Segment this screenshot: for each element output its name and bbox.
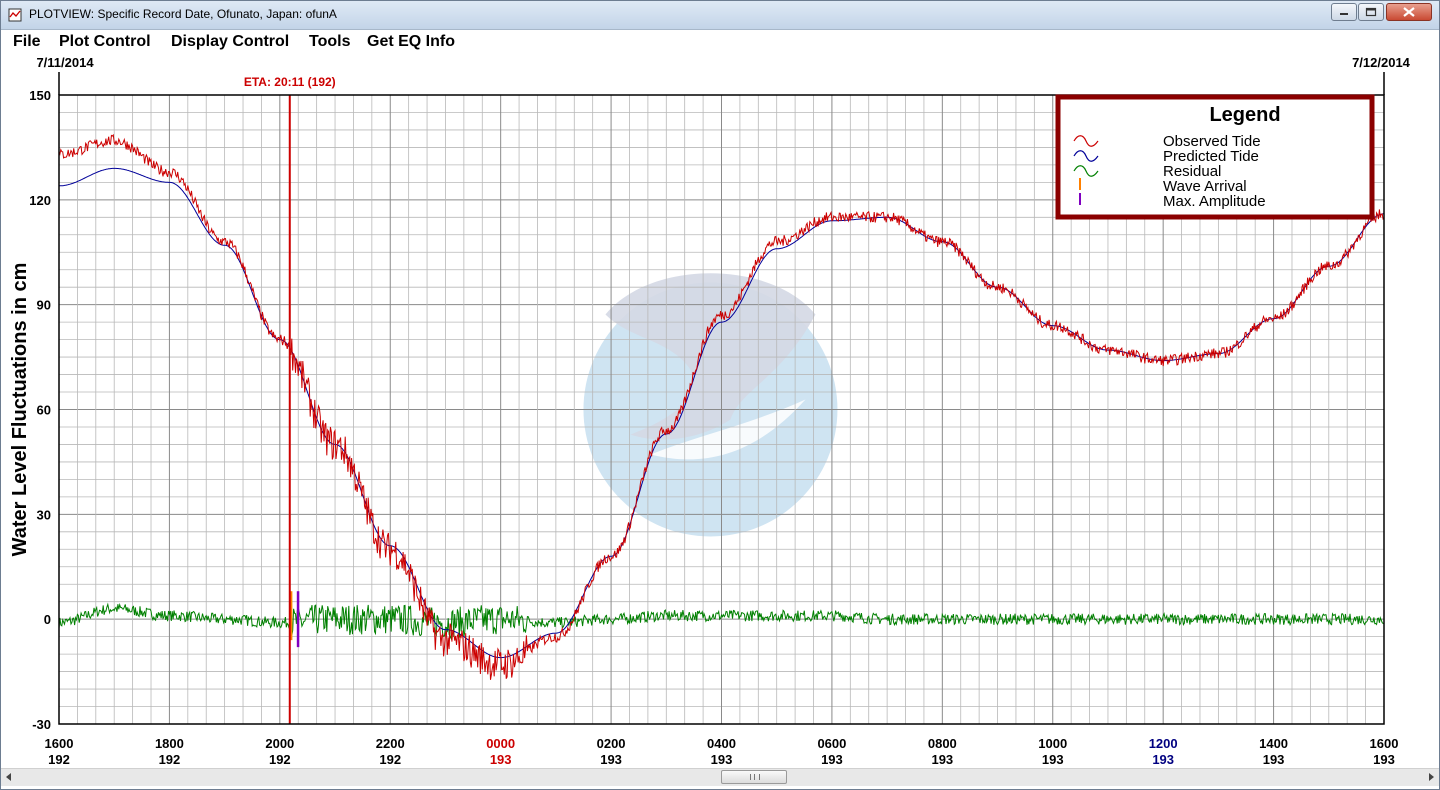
x-tick-time-label: 1000: [1038, 736, 1067, 751]
start-date-label: 7/11/2014: [36, 55, 94, 70]
minimize-button[interactable]: [1331, 3, 1357, 21]
close-button[interactable]: [1386, 3, 1432, 21]
x-tick-day-label: 193: [1373, 752, 1395, 767]
y-tick-label: -30: [32, 717, 51, 732]
x-tick-time-label: 0400: [707, 736, 736, 751]
x-tick-day-label: 193: [821, 752, 843, 767]
menu-file[interactable]: File: [13, 33, 41, 51]
y-tick-label: 0: [44, 612, 51, 627]
x-tick-day-label: 192: [379, 752, 401, 767]
y-tick-label: 90: [37, 298, 51, 313]
menu-tools[interactable]: Tools: [309, 33, 350, 51]
x-tick-day-label: 193: [490, 752, 512, 767]
maximize-icon: [1365, 7, 1377, 17]
eta-label: ETA: 20:11 (192): [244, 75, 336, 89]
x-tick-time-label: 1400: [1259, 736, 1288, 751]
legend-entry-label: Max. Amplitude: [1163, 193, 1266, 210]
y-tick-label: 150: [29, 88, 51, 103]
x-tick-day-label: 192: [48, 752, 70, 767]
x-tick-day-label: 193: [931, 752, 953, 767]
x-tick-time-label: 2000: [265, 736, 294, 751]
x-tick-time-label: 2200: [376, 736, 405, 751]
y-tick-label: 60: [37, 403, 51, 418]
menu-display-control[interactable]: Display Control: [171, 33, 289, 51]
x-tick-day-label: 192: [159, 752, 181, 767]
x-tick-time-label: 0800: [928, 736, 957, 751]
scroll-thumb[interactable]: [721, 770, 787, 784]
y-axis-label: Water Level Fluctuations in cm: [9, 263, 31, 557]
close-icon: [1403, 7, 1415, 17]
x-tick-day-label: 193: [1042, 752, 1064, 767]
x-tick-time-label: 1200: [1149, 736, 1178, 751]
minimize-icon: [1340, 13, 1348, 15]
app-icon: [8, 8, 22, 22]
end-date-label: 7/12/2014: [1352, 55, 1411, 70]
x-tick-day-label: 192: [269, 752, 291, 767]
menu-get-eq-info[interactable]: Get EQ Info: [367, 33, 455, 51]
window-title: PLOTVIEW: Specific Record Date, Ofunato,…: [29, 7, 337, 21]
y-tick-label: 120: [29, 193, 51, 208]
scroll-right-arrow-icon[interactable]: [1425, 771, 1437, 783]
x-tick-day-label: 193: [1152, 752, 1174, 767]
x-tick-day-label: 193: [711, 752, 733, 767]
x-tick-day-label: 193: [1263, 752, 1285, 767]
menu-plot-control[interactable]: Plot Control: [59, 33, 151, 51]
title-bar[interactable]: PLOTVIEW: Specific Record Date, Ofunato,…: [1, 1, 1439, 30]
grip-icon: [750, 774, 760, 780]
legend-title: Legend: [1209, 104, 1280, 126]
menu-bar: File Plot Control Display Control Tools …: [1, 30, 1439, 52]
x-tick-time-label: 1800: [155, 736, 184, 751]
x-tick-day-label: 193: [600, 752, 622, 767]
y-tick-label: 30: [37, 507, 51, 522]
maximize-button[interactable]: [1358, 3, 1384, 21]
x-tick-time-label: 1600: [45, 736, 74, 751]
x-tick-time-label: 1600: [1370, 736, 1399, 751]
x-tick-time-label: 0600: [817, 736, 846, 751]
tide-plot[interactable]: ETA: 20:11 (192) -30 0 30 60 90 120 150 Water Le…: [1, 52, 1439, 768]
horizontal-scrollbar[interactable]: [1, 768, 1439, 786]
x-tick-time-label: 0200: [597, 736, 626, 751]
x-tick-time-label: 0000: [486, 736, 515, 751]
plotview-window: PLOTVIEW: Specific Record Date, Ofunato,…: [0, 0, 1440, 790]
scroll-left-arrow-icon[interactable]: [3, 771, 15, 783]
